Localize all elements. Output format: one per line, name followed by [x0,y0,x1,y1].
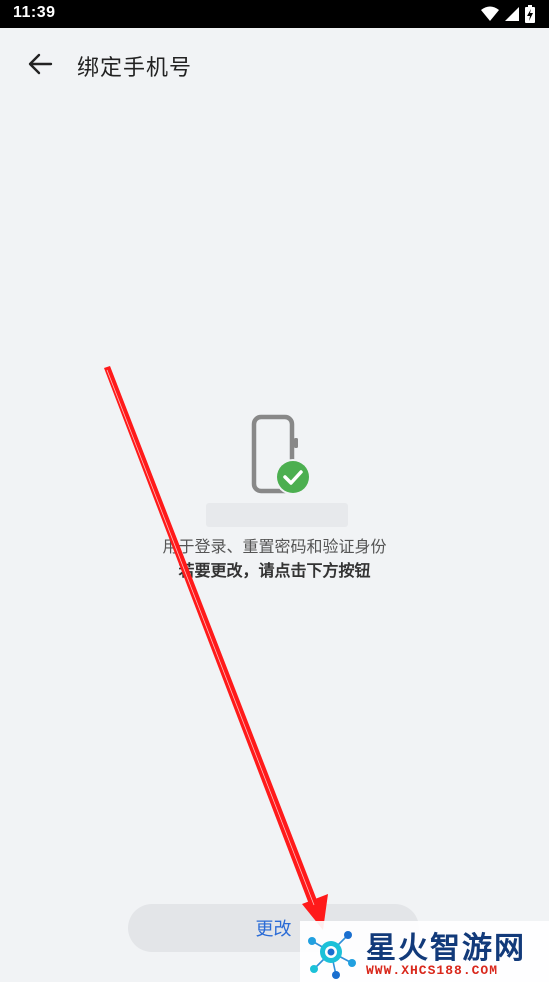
instruction-text: 若要更改，请点击下方按钮 [178,561,371,580]
brand-logo-icon [308,931,356,979]
status-time: 11:39 [13,4,56,21]
signal-icon [505,7,519,21]
watermark-brand: 星火智游网 [366,931,526,966]
watermark: 星火智游网 WWW.XHCS188.COM [300,921,549,982]
change-button-label: 更改 [255,919,292,940]
description-text: 用于登录、重置密码和验证身份 [162,537,387,556]
battery-charging-icon [525,5,535,23]
phone-check-icon [251,414,311,495]
watermark-url: WWW.XHCS188.COM [366,963,499,978]
page-title: 绑定手机号 [77,56,193,81]
wifi-icon [481,6,499,21]
back-button[interactable] [22,48,58,80]
arrow-left-icon [28,53,53,75]
status-icons [481,5,535,23]
status-bar: 11:39 [0,0,549,28]
app-bar: 绑定手机号 [0,28,549,100]
masked-phone-number [206,503,348,527]
